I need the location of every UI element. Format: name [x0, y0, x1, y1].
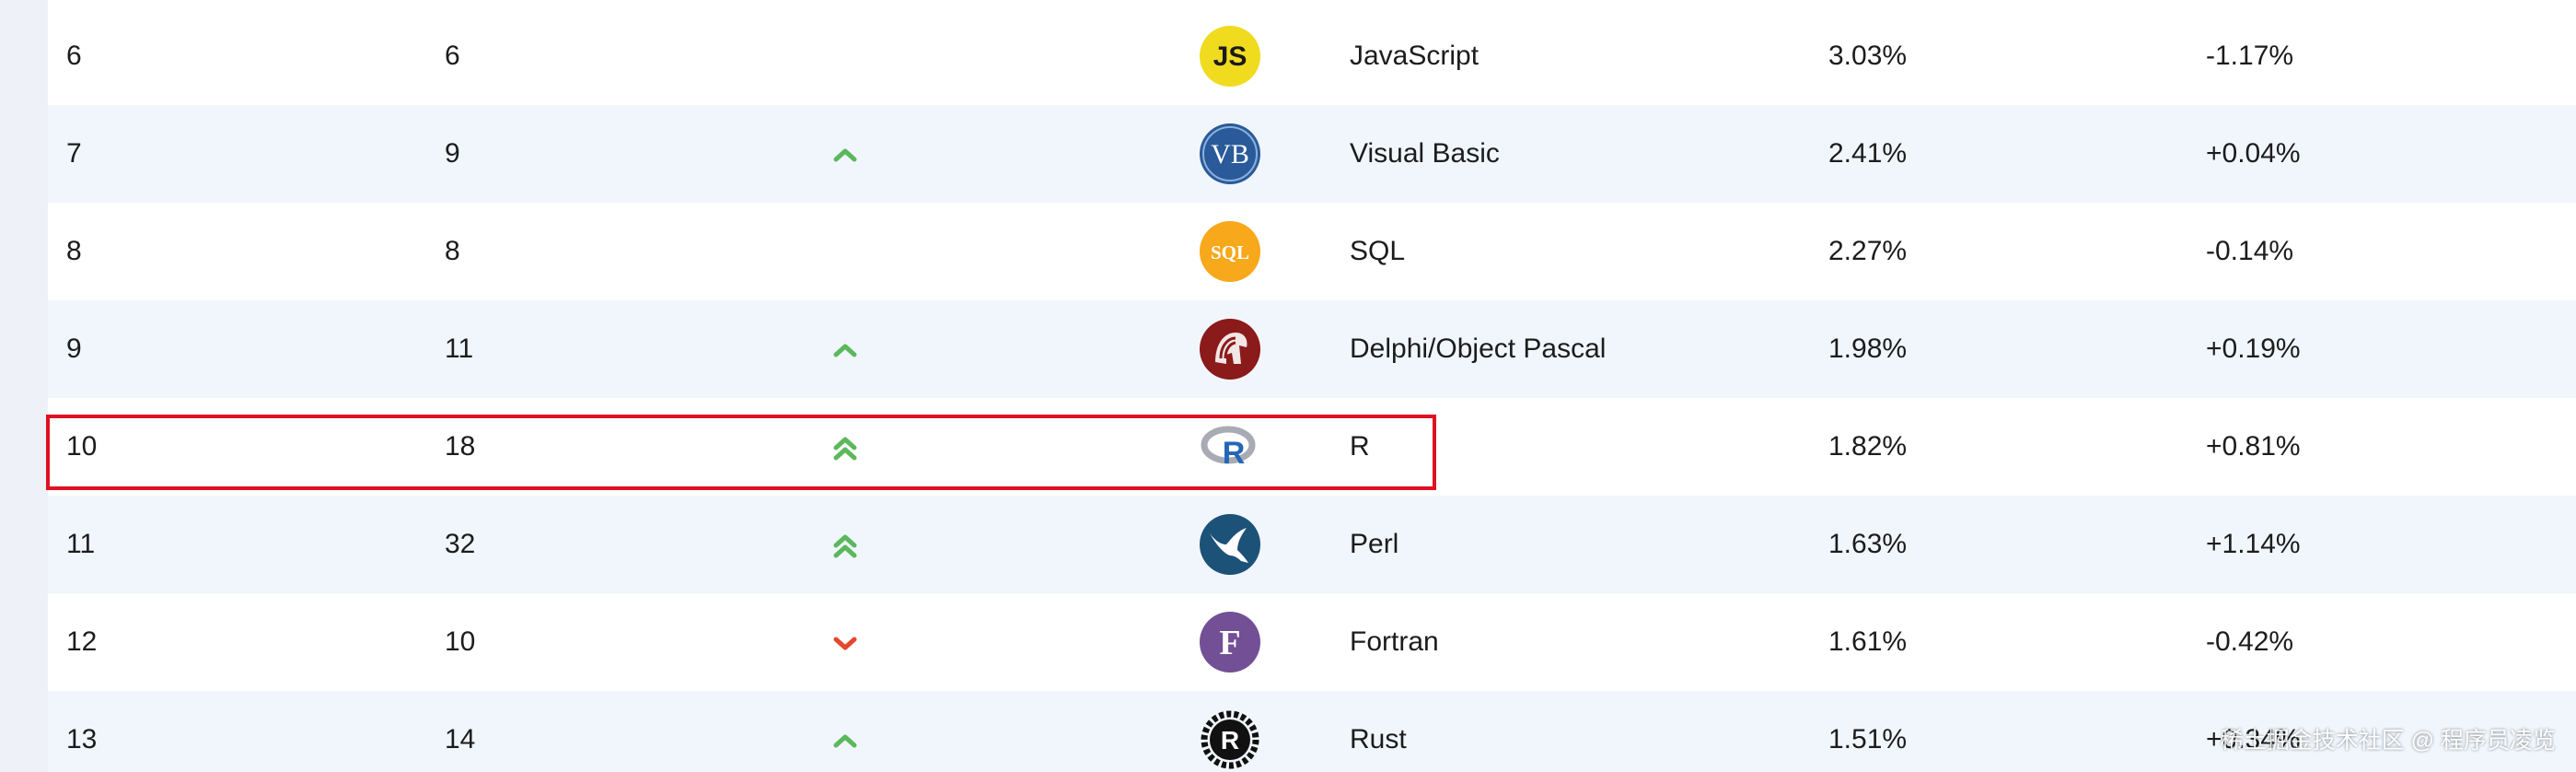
previous-rank-cell: 18: [445, 431, 476, 462]
table-row: 7 9 VB Visual Basic 2.41% +0.04%: [48, 105, 2576, 203]
chevron-down-icon: [819, 593, 871, 691]
rank-cell: 12: [66, 626, 98, 657]
language-name: JavaScript: [1350, 41, 1479, 71]
javascript-logo-icon: JS: [1199, 25, 1261, 88]
rating-cell: 1.82%: [1828, 431, 1908, 462]
watermark: 稀土掘金技术社区 @ 程序员凌览: [2220, 728, 2556, 754]
previous-rank-cell: 6: [445, 41, 460, 71]
rating-cell: 1.61%: [1828, 626, 1908, 657]
perl-logo-icon: [1199, 513, 1261, 576]
language-ranking-table: 6 6 JS JavaScript 3.03% -1.17% 7 9 VB Vi…: [48, 0, 2576, 772]
table-row: 9 11 Delphi/Object Pascal 1.98% +0.19%: [48, 300, 2576, 398]
rating-change-cell: +0.19%: [2206, 333, 2301, 364]
table-row: 13 14 R Rust 1.51% +0.34%: [48, 691, 2576, 772]
svg-text:R: R: [1221, 726, 1239, 754]
rating-cell: 1.51%: [1828, 724, 1908, 754]
change-indicator: [819, 7, 871, 105]
previous-rank-cell: 14: [445, 724, 476, 754]
rating-change-cell: +1.14%: [2206, 529, 2301, 559]
fortran-logo-icon: F: [1199, 611, 1261, 673]
svg-text:JS: JS: [1213, 41, 1247, 72]
table-row: 8 8 SQL SQL 2.27% -0.14%: [48, 203, 2576, 300]
rating-cell: 1.98%: [1828, 333, 1908, 364]
language-name: Fortran: [1350, 626, 1439, 657]
rust-logo-icon: R: [1199, 708, 1261, 771]
rating-change-cell: -0.42%: [2206, 626, 2294, 657]
previous-rank-cell: 9: [445, 138, 460, 169]
double-chevron-up-icon: [819, 398, 871, 496]
language-name: SQL: [1350, 236, 1406, 266]
table-row: 6 6 JS JavaScript 3.03% -1.17%: [48, 7, 2576, 105]
rank-cell: 7: [66, 138, 82, 169]
previous-rank-cell: 32: [445, 529, 476, 559]
rating-cell: 1.63%: [1828, 529, 1908, 559]
chevron-up-icon: [819, 691, 871, 772]
previous-rank-cell: 8: [445, 236, 460, 266]
double-chevron-up-icon: [819, 496, 871, 593]
svg-text:VB: VB: [1211, 139, 1249, 170]
svg-text:F: F: [1219, 624, 1240, 662]
language-name: Visual Basic: [1350, 138, 1500, 169]
rank-cell: 13: [66, 724, 98, 754]
rank-cell: 10: [66, 431, 98, 462]
chevron-up-icon: [819, 300, 871, 398]
sql-logo-icon: SQL: [1199, 220, 1261, 283]
rating-cell: 2.41%: [1828, 138, 1908, 169]
rank-cell: 8: [66, 236, 82, 266]
r-logo-icon: R: [1199, 415, 1261, 478]
language-name: R: [1350, 431, 1370, 462]
rating-change-cell: +0.81%: [2206, 431, 2301, 462]
language-name: Rust: [1350, 724, 1407, 754]
previous-rank-cell: 10: [445, 626, 476, 657]
table-row: 11 32 Perl 1.63% +1.14%: [48, 496, 2576, 593]
previous-rank-cell: 11: [445, 333, 474, 364]
language-name: Delphi/Object Pascal: [1350, 333, 1607, 364]
change-indicator: [819, 203, 871, 300]
chevron-up-icon: [819, 105, 871, 203]
table-row: 10 18 R R 1.82% +0.81%: [48, 398, 2576, 496]
rating-cell: 3.03%: [1828, 41, 1908, 71]
svg-text:SQL: SQL: [1211, 241, 1249, 263]
table-row: 12 10 F Fortran 1.61% -0.42%: [48, 593, 2576, 691]
rating-cell: 2.27%: [1828, 236, 1908, 266]
language-name: Perl: [1350, 529, 1399, 559]
rank-cell: 9: [66, 333, 82, 364]
svg-text:R: R: [1223, 436, 1246, 471]
delphi-logo-icon: [1199, 318, 1261, 380]
rating-change-cell: -1.17%: [2206, 41, 2294, 71]
rating-change-cell: +0.04%: [2206, 138, 2301, 169]
rating-change-cell: -0.14%: [2206, 236, 2294, 266]
rank-cell: 6: [66, 41, 82, 71]
rank-cell: 11: [66, 529, 96, 559]
visual-basic-logo-icon: VB: [1199, 123, 1261, 185]
